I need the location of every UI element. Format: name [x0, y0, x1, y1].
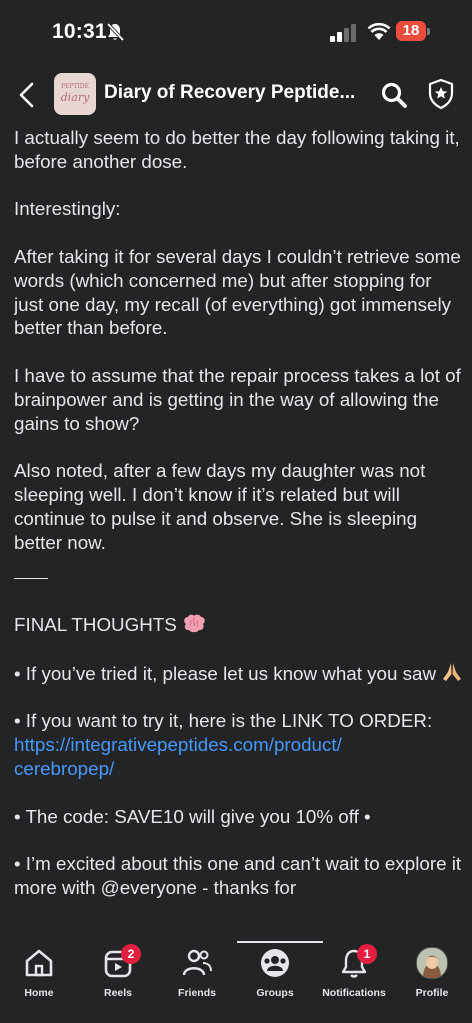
avatar-text-bottom: diary: [60, 91, 90, 104]
groups-icon: [261, 949, 289, 977]
post-paragraph: Also noted, after a few days my daughter…: [14, 460, 426, 553]
order-link[interactable]: https://integrativepeptides.com/product/…: [14, 734, 342, 779]
bullet-paragraph: • If you’ve tried it, please let us know…: [14, 661, 464, 686]
battery-level: 18: [396, 21, 426, 41]
avatar-text-top: PEPTIDE: [60, 83, 90, 90]
post-paragraph: Interestingly:: [14, 198, 121, 220]
text-divider: [14, 578, 48, 580]
tab-label: Reels: [103, 987, 133, 999]
bottom-tab-bar: Home 2 Reels Friends Groups 1 Notificati…: [0, 941, 472, 1023]
tab-label: Friends: [178, 987, 216, 999]
bullet-text: • If you want to try it, here is the LIN…: [14, 710, 433, 732]
tab-label: Profile: [415, 987, 449, 999]
tab-notifications[interactable]: 1 Notifications: [314, 944, 394, 1008]
order-link-line-1[interactable]: https://integrativepeptides.com/product/: [14, 734, 342, 755]
group-avatar[interactable]: PEPTIDE diary: [54, 73, 96, 115]
praying-hands-icon: [443, 662, 462, 681]
wifi-icon: [367, 22, 391, 40]
tab-label: Notifications: [322, 987, 386, 999]
group-title[interactable]: Diary of Recovery Peptide...: [104, 82, 364, 104]
post-paragraph: After taking it for several days I could…: [14, 245, 461, 339]
tab-friends[interactable]: Friends: [157, 946, 237, 1008]
status-bar: 10:31 18: [0, 0, 472, 64]
signal-icon: [330, 24, 360, 42]
post-paragraph: I actually seem to do better the day fol…: [14, 127, 460, 172]
notifications-badge: 1: [357, 944, 377, 964]
tab-home[interactable]: Home: [0, 946, 79, 1008]
final-thoughts-heading: FINAL THOUGHTS: [14, 613, 464, 637]
tab-active-indicator: [237, 941, 323, 943]
profile-avatar: [416, 947, 448, 979]
home-icon: [25, 949, 53, 977]
post-body: I actually seem to do better the day fol…: [14, 126, 464, 942]
tab-reels[interactable]: 2 Reels: [78, 944, 158, 1008]
back-button[interactable]: [14, 80, 40, 110]
shield-star-icon[interactable]: [427, 78, 455, 110]
brain-icon: [184, 614, 205, 633]
bullet-paragraph: • If you want to try it, here is the LIN…: [14, 709, 464, 780]
order-link-line-2[interactable]: cerebropep/: [14, 758, 114, 779]
bell-slash-icon: [106, 22, 124, 42]
bullet-paragraph: • I’m excited about this one and can’t w…: [14, 853, 462, 898]
post-paragraph: I have to assume that the repair process…: [14, 364, 461, 434]
battery-icon: 18: [396, 21, 430, 41]
final-thoughts-text: FINAL THOUGHTS: [14, 614, 177, 636]
tab-groups[interactable]: Groups: [235, 946, 315, 1008]
tab-profile[interactable]: Profile: [392, 946, 472, 1008]
status-time: 10:31: [52, 20, 107, 43]
tab-label: Home: [24, 987, 54, 999]
friends-icon: [182, 949, 212, 976]
reels-badge: 2: [121, 944, 141, 964]
bullet-paragraph: • The code: SAVE10 will give you 10% off…: [14, 805, 371, 827]
bullet-text: • If you’ve tried it, please let us know…: [14, 662, 437, 684]
group-header: PEPTIDE diary Diary of Recovery Peptide.…: [0, 64, 472, 126]
tab-label: Groups: [256, 987, 294, 999]
search-icon[interactable]: [379, 80, 409, 110]
